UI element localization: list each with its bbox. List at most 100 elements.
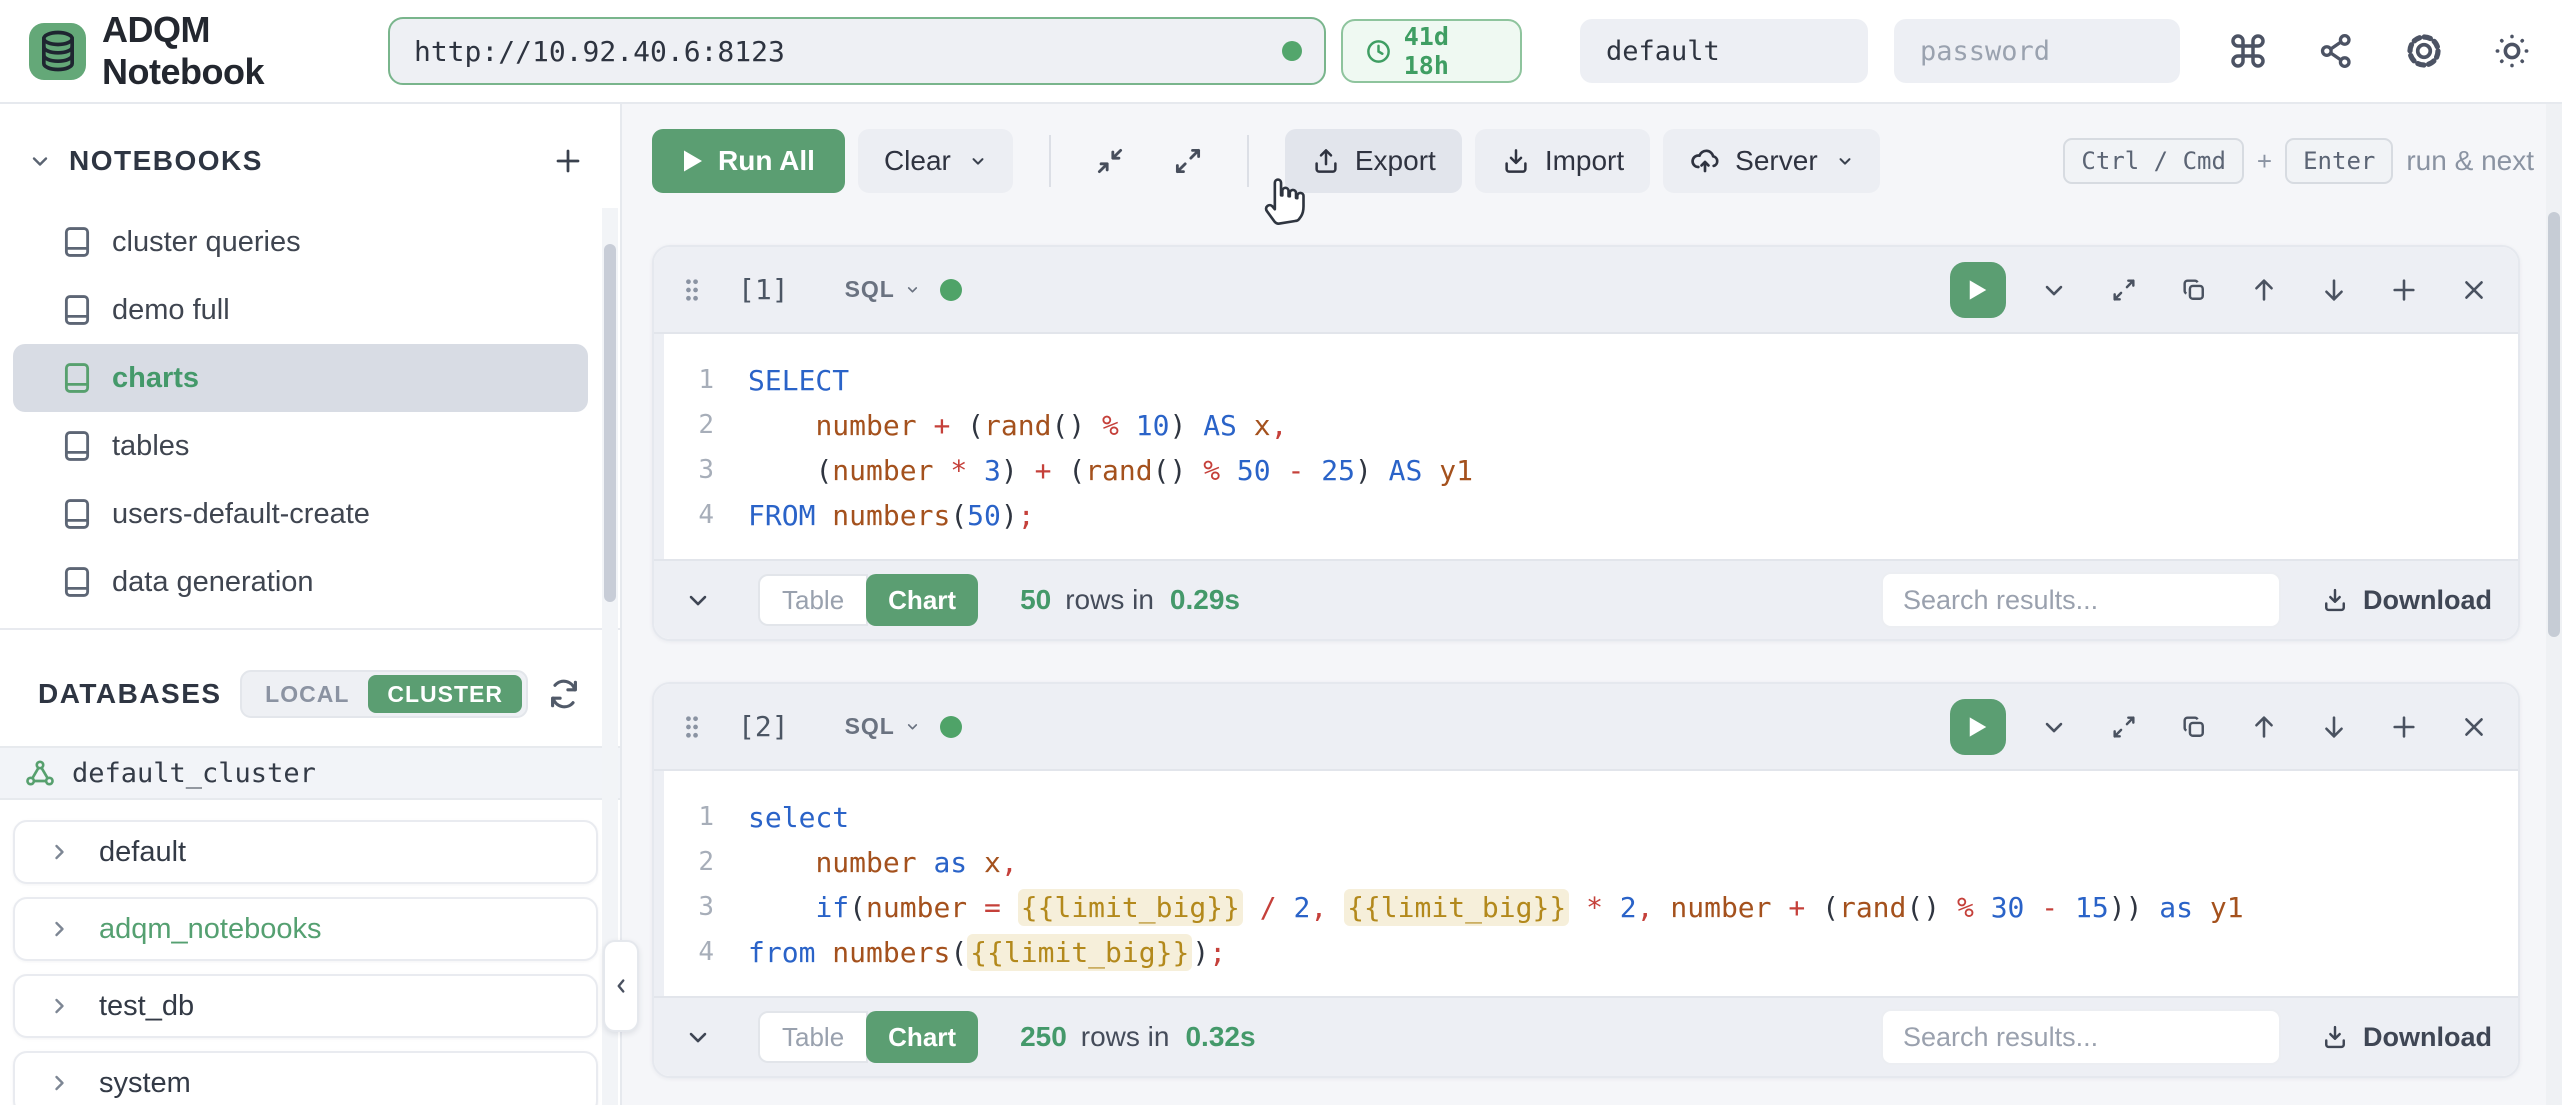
- move-cell-up-button[interactable]: [2246, 272, 2282, 308]
- drag-handle-icon[interactable]: [682, 277, 702, 303]
- cell-duplicate-button[interactable]: [2176, 709, 2212, 745]
- search-results-input[interactable]: [1881, 1009, 2281, 1065]
- database-item-test_db[interactable]: test_db: [13, 974, 598, 1038]
- results-collapse-button[interactable]: [680, 1019, 716, 1055]
- download-results-button[interactable]: Download: [2321, 585, 2492, 616]
- rows-text: rows in: [1081, 1021, 1170, 1053]
- code-lines[interactable]: 1select2 number as x,3 if(number = {{lim…: [664, 771, 2518, 996]
- database-item-adqm_notebooks[interactable]: adqm_notebooks: [13, 897, 598, 961]
- sidebar: NOTEBOOKS cluster queriesdemo fullcharts…: [0, 104, 622, 1105]
- play-icon: [1968, 279, 1988, 301]
- cell-fullscreen-button[interactable]: [2106, 272, 2142, 308]
- main-scrollbar-thumb[interactable]: [2548, 212, 2560, 637]
- cell-index: [2]: [738, 710, 789, 743]
- toggle-local[interactable]: LOCAL: [246, 675, 368, 713]
- rows-count: 50: [1020, 584, 1051, 616]
- cell-fullscreen-button[interactable]: [2106, 709, 2142, 745]
- code-lines[interactable]: 1SELECT2 number + (rand() % 10) AS x,3 (…: [664, 334, 2518, 559]
- cell-duplicate-button[interactable]: [2176, 272, 2212, 308]
- move-cell-down-button[interactable]: [2316, 272, 2352, 308]
- expand-all-cells-button[interactable]: [1165, 138, 1211, 184]
- collapse-all-cells-button[interactable]: [1087, 138, 1133, 184]
- code-text: from numbers({{limit_big}});: [730, 930, 1226, 975]
- code-editor[interactable]: 1SELECT2 number + (rand() % 10) AS x,3 (…: [654, 334, 2518, 559]
- theme-toggle-button[interactable]: [2490, 29, 2534, 73]
- toggle-cluster[interactable]: CLUSTER: [368, 675, 522, 713]
- command-shortcuts-button[interactable]: [2226, 29, 2270, 73]
- cluster-row[interactable]: default_cluster: [0, 746, 620, 800]
- view-chart-tab[interactable]: Chart: [866, 1011, 978, 1063]
- sidebar-item-cluster-queries[interactable]: cluster queries: [13, 208, 588, 276]
- database-item-default[interactable]: default: [13, 820, 598, 884]
- cell-status-dot: [940, 279, 962, 301]
- chevron-down-icon[interactable]: [28, 149, 52, 173]
- run-all-button[interactable]: Run All: [652, 129, 845, 193]
- line-number: 4: [664, 930, 730, 975]
- sidebar-scrollbar-thumb[interactable]: [604, 244, 616, 602]
- move-cell-up-button[interactable]: [2246, 709, 2282, 745]
- cell-header: [2] SQL: [654, 684, 2518, 771]
- code-line: 3 (number * 3) + (rand() % 50 - 25) AS y…: [664, 448, 2518, 493]
- share-button[interactable]: [2314, 29, 2358, 73]
- cell-language-select[interactable]: SQL: [845, 713, 920, 740]
- chevron-left-icon: [610, 975, 632, 997]
- view-table-tab[interactable]: Table: [758, 574, 868, 626]
- arrow-down-icon: [2320, 276, 2348, 304]
- drag-handle-icon[interactable]: [682, 714, 702, 740]
- refresh-databases-button[interactable]: [544, 674, 584, 714]
- code-text: number + (rand() % 10) AS x,: [730, 403, 1288, 448]
- sidebar-item-demo-full[interactable]: demo full: [13, 276, 588, 344]
- export-button[interactable]: Export: [1285, 129, 1462, 193]
- sidebar-item-label: cluster queries: [112, 226, 301, 259]
- add-cell-button[interactable]: [2386, 272, 2422, 308]
- settings-button[interactable]: [2402, 29, 2446, 73]
- toolbar-separator: [1247, 135, 1249, 187]
- close-icon: [2460, 713, 2488, 741]
- main-scrollbar[interactable]: [2546, 104, 2562, 1105]
- server-menu-button[interactable]: Server: [1663, 129, 1879, 193]
- cell-collapse-button[interactable]: [2036, 272, 2072, 308]
- cell-status-dot: [940, 716, 962, 738]
- download-results-button[interactable]: Download: [2321, 1022, 2492, 1053]
- download-icon: [2321, 1023, 2349, 1051]
- cell-language-select[interactable]: SQL: [845, 276, 920, 303]
- databases-header: DATABASES LOCAL CLUSTER: [0, 662, 620, 726]
- clear-button[interactable]: Clear: [858, 129, 1013, 193]
- results-collapse-button[interactable]: [680, 582, 716, 618]
- code-text: (number * 3) + (rand() % 50 - 25) AS y1: [730, 448, 1473, 493]
- cell-results-bar: Table Chart 50 rows in 0.29s Download: [654, 559, 2518, 639]
- upload-icon: [1311, 146, 1341, 176]
- play-icon: [682, 149, 704, 173]
- download-label: Download: [2363, 1022, 2492, 1053]
- sidebar-collapse-button[interactable]: [603, 940, 639, 1032]
- sidebar-item-data-generation[interactable]: data generation: [13, 548, 588, 616]
- command-icon: [2228, 31, 2268, 71]
- add-cell-button[interactable]: [2386, 709, 2422, 745]
- run-cell-button[interactable]: [1950, 699, 2006, 755]
- code-editor[interactable]: 1select2 number as x,3 if(number = {{lim…: [654, 771, 2518, 996]
- username-input[interactable]: [1580, 19, 1868, 83]
- close-icon: [2460, 276, 2488, 304]
- run-cell-button[interactable]: [1950, 262, 2006, 318]
- clear-label: Clear: [884, 145, 951, 177]
- view-chart-tab[interactable]: Chart: [866, 574, 978, 626]
- cell-collapse-button[interactable]: [2036, 709, 2072, 745]
- delete-cell-button[interactable]: [2456, 272, 2492, 308]
- view-table-tab[interactable]: Table: [758, 1011, 868, 1063]
- main-content: Run All Clear: [622, 104, 2562, 1105]
- add-notebook-button[interactable]: [546, 139, 590, 183]
- download-label: Download: [2363, 585, 2492, 616]
- search-results-input[interactable]: [1881, 572, 2281, 628]
- database-item-system[interactable]: system: [13, 1051, 598, 1105]
- server-url-input[interactable]: [388, 17, 1326, 85]
- line-number: 2: [664, 403, 730, 448]
- sidebar-item-users-default-create[interactable]: users-default-create: [13, 480, 588, 548]
- download-icon: [2321, 586, 2349, 614]
- sidebar-item-charts[interactable]: charts: [13, 344, 588, 412]
- sidebar-item-tables[interactable]: tables: [13, 412, 588, 480]
- line-number: 3: [664, 885, 730, 930]
- delete-cell-button[interactable]: [2456, 709, 2492, 745]
- import-button[interactable]: Import: [1475, 129, 1650, 193]
- password-input[interactable]: [1894, 19, 2180, 83]
- move-cell-down-button[interactable]: [2316, 709, 2352, 745]
